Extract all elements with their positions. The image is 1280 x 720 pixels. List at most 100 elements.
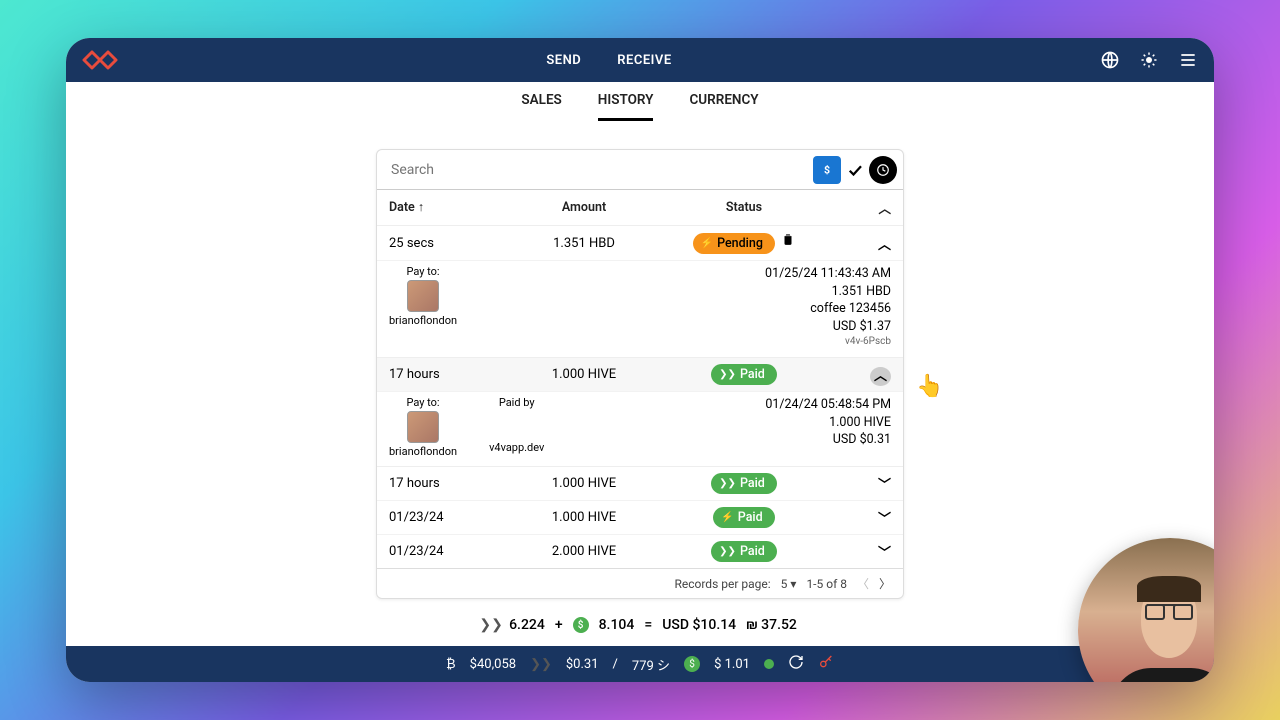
nav-send[interactable]: SEND [546,53,581,68]
row-detail: Pay to: brianoflondon 01/25/24 11:43:43 … [377,261,903,358]
summary-hbd: 8.104 [599,617,635,633]
menu-icon[interactable] [1178,50,1198,70]
tabbar: SALES HISTORY CURRENCY [66,82,1214,121]
expand-row-icon[interactable]: ﹀ [878,546,891,561]
topbar: SEND RECEIVE [66,38,1214,82]
pay-to-box: Pay to: brianoflondon [389,396,457,458]
tab-sales[interactable]: SALES [521,92,561,121]
history-table: $ Date ↑ Amount Status ︿ 25 secs 1.351 H… [376,149,904,599]
pager-prev-icon[interactable]: 〈 [857,575,869,592]
pay-to-label: Pay to: [389,265,457,278]
status-badge: ❯❯Paid [711,473,777,494]
pager-per-page[interactable]: 5 ▾ [781,577,797,591]
table-row: 01/23/24 2.000 HIVE ❯❯Paid ﹀ [377,535,903,569]
lightning-icon: ⚡ [701,238,713,249]
detail-timestamp: 01/25/24 11:43:43 AM [457,265,891,283]
tab-history[interactable]: HISTORY [598,92,654,121]
expand-row-icon[interactable]: ﹀ [878,478,891,493]
cell-date: 25 secs [389,236,509,251]
detail-amount: 1.351 HBD [457,283,891,301]
paid-by-user: v4vapp.dev [489,441,544,454]
hive-icon: ❯❯ [530,657,552,672]
refresh-icon[interactable] [788,654,804,674]
pager-range: 1-5 of 8 [806,577,847,591]
sats-price: 779 シ [632,655,670,674]
bottombar: ₿$40,058 ❯❯$0.31 / 779 シ $$ 1.01 [66,646,1214,682]
table-row: 25 secs 1.351 HBD ⚡Pending ︿ [377,226,903,261]
pager-next-icon[interactable]: 〉 [879,575,891,592]
pay-to-user: brianoflondon [389,314,457,327]
detail-memo: coffee 123456 [457,300,891,318]
summary-usd: USD $10.14 [662,617,736,633]
detail-timestamp: 01/24/24 05:48:54 PM [544,396,891,414]
content: $ Date ↑ Amount Status ︿ 25 secs 1.351 H… [66,121,1214,682]
btc-icon: ₿ [446,656,456,672]
pay-to-label: Pay to: [389,396,457,409]
pager-label: Records per page: [674,577,770,591]
key-icon[interactable] [818,654,834,674]
detail-usd: USD $1.37 [457,318,891,336]
summary-eq: = [644,617,652,633]
paid-by-label: Paid by [489,396,544,409]
cell-date: 01/23/24 [389,544,509,559]
delete-icon[interactable] [781,235,795,250]
header-date[interactable]: Date ↑ [389,200,509,215]
svg-text:$: $ [824,163,830,176]
row-detail: Pay to: brianoflondon Paid by v4vapp.dev… [377,392,903,467]
dropdown-icon: ▾ [790,577,796,591]
status-badge: ❯❯Paid [711,541,777,562]
table-header: Date ↑ Amount Status ︿ [377,190,903,226]
paid-by-box: Paid by v4vapp.dev [489,396,544,458]
webcam-overlay [1078,538,1214,682]
cell-amount: 1.000 HIVE [509,510,659,525]
tab-currency[interactable]: CURRENCY [689,92,758,121]
status-dot-icon [764,659,774,669]
lightning-icon: ⚡ [721,512,733,523]
search-input[interactable] [385,158,813,182]
separator: / [613,657,618,672]
table-row: 17 hours 1.000 HIVE ❯❯Paid ﹀ [377,467,903,501]
cell-date: 17 hours [389,476,509,491]
cell-date: 17 hours [389,367,509,382]
expand-row-icon[interactable]: ﹀ [878,512,891,527]
header-amount[interactable]: Amount [509,200,659,215]
header-status[interactable]: Status [659,200,829,215]
pay-to-user: brianoflondon [389,445,457,458]
collapse-row-icon[interactable]: ︿ [878,238,891,253]
cell-amount: 2.000 HIVE [509,544,659,559]
sort-asc-icon: ↑ [418,200,424,215]
table-row: 01/23/24 1.000 HIVE ⚡Paid ﹀ [377,501,903,535]
hive-icon: ❯❯ [483,617,499,633]
btc-price: $40,058 [470,657,516,672]
hive-icon: ❯❯ [719,546,736,557]
avatar [407,411,439,443]
cell-amount: 1.351 HBD [509,236,659,251]
pager: Records per page: 5 ▾ 1-5 of 8 〈 〉 [377,569,903,598]
globe-icon[interactable] [1100,50,1120,70]
theme-toggle-icon[interactable] [1140,51,1158,69]
detail-amount: 1.000 HIVE [544,414,891,432]
detail-txid: v4v-6Pscb [457,335,891,349]
cell-amount: 1.000 HIVE [509,367,659,382]
collapse-all-icon[interactable]: ︿ [878,202,891,217]
app-logo[interactable] [82,47,118,73]
nav-receive[interactable]: RECEIVE [617,53,671,68]
status-badge: ❯❯Paid [711,364,777,385]
filter-clock-icon[interactable] [869,156,897,184]
summary-plus: + [555,617,563,633]
cell-date: 01/23/24 [389,510,509,525]
collapse-row-icon[interactable]: ︿ [870,367,891,386]
search-row: $ [377,150,903,190]
status-badge: ⚡Paid [713,507,774,528]
hbd-icon: $ [573,617,589,633]
summary-ils: ₪ 37.52 [746,617,797,633]
avatar [407,280,439,312]
status-badge: ⚡Pending [693,233,775,254]
hive-price: $0.31 [566,657,599,672]
summary-hive: 6.224 [509,617,545,633]
hive-icon: ❯❯ [719,478,736,489]
filter-currency-icon[interactable]: $ [813,156,841,184]
filter-check-icon[interactable] [841,156,869,184]
hbd-icon: $ [684,656,700,672]
pay-to-box: Pay to: brianoflondon [389,265,457,349]
